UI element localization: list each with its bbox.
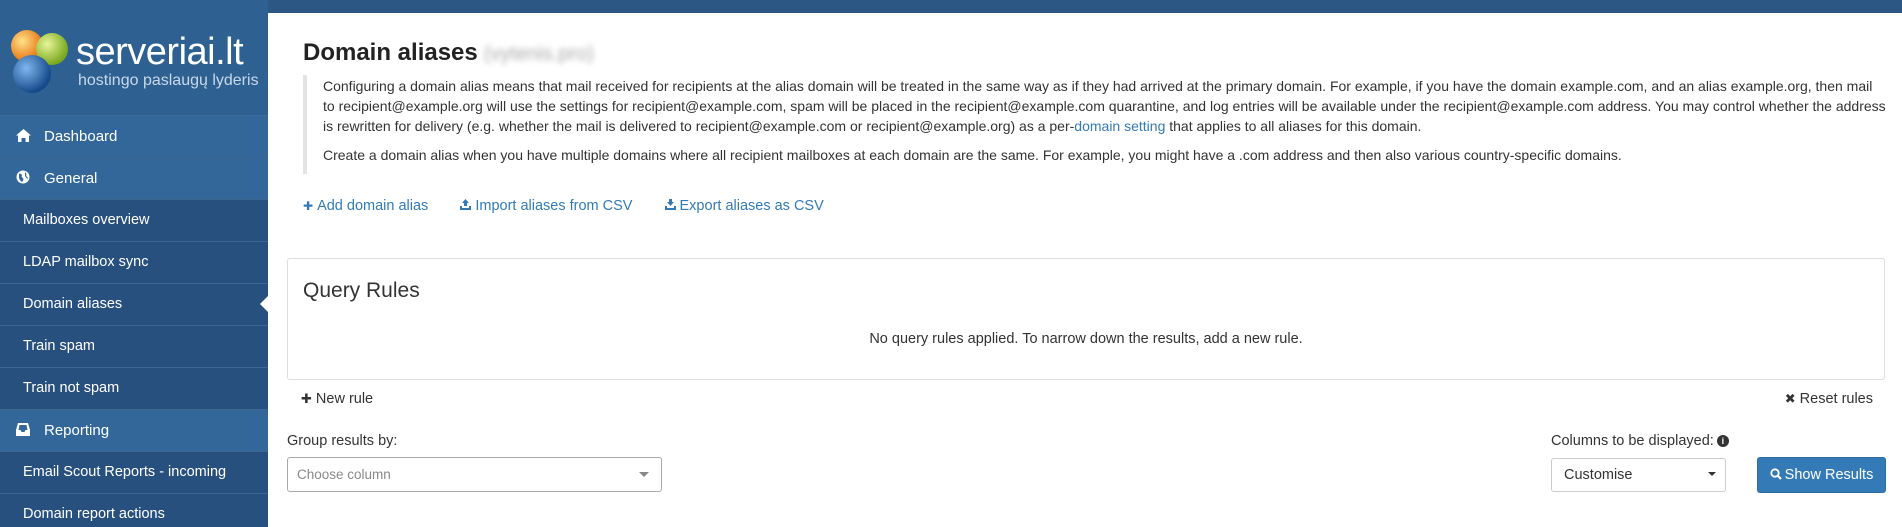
- page-title: Domain aliases (vytenis.pro): [303, 39, 594, 67]
- description-paragraph-2: Create a domain alias when you have mult…: [323, 147, 1622, 163]
- columns-displayed-text: Columns to be displayed:: [1551, 433, 1714, 449]
- sidebar-item-label: LDAP mailbox sync: [23, 254, 149, 270]
- main-content: Domain aliases (vytenis.pro) Configuring …: [268, 13, 1902, 527]
- sidebar-item-domain-aliases[interactable]: Domain aliases: [0, 284, 268, 326]
- query-rules-empty-message: No query rules applied. To narrow down t…: [869, 331, 1303, 347]
- sidebar-item-train-spam[interactable]: Train spam: [0, 326, 268, 368]
- sidebar-item-label: Domain aliases: [23, 296, 123, 312]
- action-links: ✚ Add domain alias Import aliases from CS…: [303, 198, 852, 214]
- columns-displayed-label: Columns to be displayed: i: [1551, 433, 1729, 449]
- reset-rules-button[interactable]: ✖ Reset rules: [1785, 391, 1873, 407]
- sidebar-item-label: Email Scout Reports - incoming: [23, 464, 227, 480]
- home-icon: [14, 116, 32, 157]
- sidebar-item-label: Mailboxes overview: [23, 212, 150, 228]
- close-icon: ✖: [1784, 391, 1796, 406]
- plus-icon: ✚: [301, 391, 312, 406]
- export-aliases-link[interactable]: Export aliases as CSV: [664, 198, 824, 214]
- search-icon: [1770, 467, 1785, 483]
- sidebar-item-reporting[interactable]: Reporting: [0, 410, 268, 452]
- add-domain-alias-link[interactable]: ✚ Add domain alias: [303, 198, 428, 214]
- brand-logo[interactable]: serveriai.lt hostingo paslaugų lyderis: [0, 0, 268, 116]
- sidebar-item-label: Train not spam: [23, 380, 120, 396]
- query-rules-panel: Query Rules No query rules applied. To n…: [287, 258, 1885, 380]
- export-aliases-label: Export aliases as CSV: [679, 198, 824, 214]
- show-results-button[interactable]: Show Results: [1757, 457, 1886, 493]
- sidebar-item-dashboard[interactable]: Dashboard: [0, 116, 268, 158]
- group-results-select[interactable]: Choose column: [287, 457, 662, 492]
- sidebar-item-email-scout-reports-incoming[interactable]: Email Scout Reports - incoming: [0, 452, 268, 494]
- download-icon: [664, 199, 676, 213]
- logo-balls-icon: [11, 30, 68, 93]
- brand-name: serveriai.lt: [76, 31, 244, 73]
- add-domain-alias-label: Add domain alias: [317, 198, 429, 214]
- sidebar-item-domain-report-actions[interactable]: Domain report actions: [0, 494, 268, 527]
- new-rule-label: New rule: [315, 391, 374, 407]
- page-title-text: Domain aliases: [303, 39, 478, 66]
- top-bar: [268, 0, 1902, 13]
- description-text: that applies to all aliases for this dom…: [1165, 118, 1422, 134]
- plus-icon: ✚: [303, 199, 314, 213]
- sidebar-item-label: Domain report actions: [23, 506, 165, 522]
- globe-icon: [14, 158, 32, 199]
- sidebar-item-ldap-mailbox-sync[interactable]: LDAP mailbox sync: [0, 242, 268, 284]
- import-aliases-label: Import aliases from CSV: [475, 198, 633, 214]
- description-paragraph-1: Configuring a domain alias means that ma…: [323, 76, 1887, 136]
- sidebar-item-label: Reporting: [44, 422, 110, 439]
- new-rule-button[interactable]: ✚ New rule: [301, 391, 373, 407]
- import-aliases-link[interactable]: Import aliases from CSV: [460, 198, 632, 214]
- description-block: Configuring a domain alias means that ma…: [303, 75, 1887, 174]
- group-results-placeholder: Choose column: [297, 467, 391, 482]
- chevron-down-icon: [639, 472, 649, 477]
- chevron-down-icon: [1708, 472, 1716, 476]
- inbox-icon: [14, 410, 32, 451]
- columns-displayed-select[interactable]: Customise: [1551, 458, 1726, 492]
- sidebar: serveriai.lt hostingo paslaugų lyderis D…: [0, 0, 268, 527]
- sidebar-item-label: Train spam: [23, 338, 95, 354]
- show-results-label: Show Results: [1784, 467, 1874, 483]
- sidebar-item-label: Dashboard: [44, 128, 118, 145]
- domain-name-blurred: (vytenis.pro): [483, 43, 594, 65]
- sidebar-item-general[interactable]: General: [0, 158, 268, 200]
- group-results-label: Group results by:: [287, 433, 398, 449]
- query-rules-title: Query Rules: [303, 279, 420, 302]
- sidebar-item-label: General: [44, 170, 98, 187]
- upload-icon: [460, 199, 472, 213]
- sidebar-item-mailboxes-overview[interactable]: Mailboxes overview: [0, 200, 268, 242]
- domain-setting-link[interactable]: domain setting: [1074, 118, 1165, 134]
- info-icon[interactable]: i: [1716, 435, 1729, 447]
- columns-displayed-value: Customise: [1564, 467, 1633, 483]
- sidebar-item-train-not-spam[interactable]: Train not spam: [0, 368, 268, 410]
- brand-tagline: hostingo paslaugų lyderis: [78, 72, 259, 89]
- reset-rules-label: Reset rules: [1799, 391, 1873, 407]
